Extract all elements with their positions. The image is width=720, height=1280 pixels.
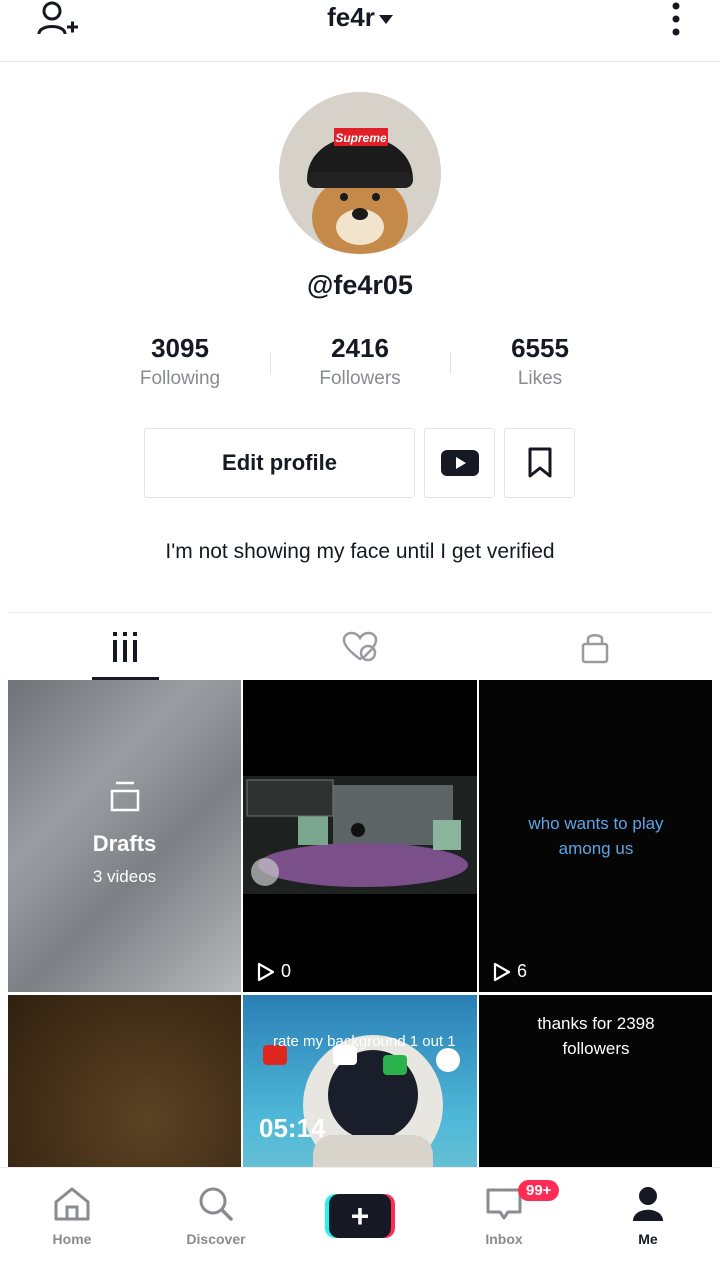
nav-create[interactable]: +	[288, 1168, 432, 1280]
video-tile[interactable]: who wants to play among us 6	[479, 680, 712, 992]
stat-label: Followers	[319, 368, 401, 389]
tab-videos[interactable]	[8, 613, 243, 680]
video-tile[interactable]: thanks for 2398 followers	[479, 995, 712, 1167]
bottom-nav: Home Discover + 99+ Inbox Me	[0, 1167, 720, 1280]
drafts-title: Drafts	[92, 831, 157, 856]
home-icon	[54, 1187, 90, 1221]
video-caption-line: among us	[558, 839, 634, 858]
nav-label: Inbox	[485, 1231, 523, 1247]
view-count: 6	[493, 961, 527, 982]
video-grid: Drafts 3 videos 0 who wants to play amon…	[8, 680, 712, 1167]
video-clock-text: 05:14	[259, 1113, 326, 1143]
tab-liked[interactable]	[243, 613, 478, 680]
bookmark-icon	[528, 447, 551, 478]
stats-row: 3095 Following 2416 Followers 6555 Likes	[90, 332, 630, 402]
username-switcher[interactable]: fe4r	[0, 2, 720, 33]
create-button[interactable]: +	[325, 1194, 395, 1238]
video-caption: thanks for 2398 followers	[537, 1011, 654, 1061]
video-thumbnail	[243, 680, 477, 992]
nav-inbox[interactable]: 99+ Inbox	[432, 1168, 576, 1280]
play-icon	[493, 962, 511, 981]
youtube-button[interactable]	[424, 428, 495, 498]
view-count-value: 0	[281, 961, 292, 981]
view-count-value: 6	[517, 961, 528, 981]
play-icon	[257, 962, 275, 981]
video-caption: who wants to play among us	[528, 811, 663, 861]
drafts-icon	[110, 781, 139, 812]
video-caption-line: followers	[562, 1039, 630, 1058]
video-caption-line: who wants to play	[528, 814, 664, 833]
edit-profile-button[interactable]: Edit profile	[144, 428, 415, 498]
favorites-button[interactable]	[504, 428, 575, 498]
inbox-badge: 99+	[518, 1180, 560, 1201]
youtube-icon	[440, 450, 479, 476]
drafts-tile[interactable]: Drafts 3 videos	[8, 680, 241, 992]
avatar-logo-text: Supreme	[335, 131, 387, 145]
stat-likes[interactable]: 6555 Likes	[450, 332, 630, 402]
stat-following[interactable]: 3095 Following	[90, 332, 270, 402]
profile-icon	[633, 1187, 663, 1221]
stat-label: Likes	[517, 368, 563, 389]
avatar[interactable]: Supreme	[279, 92, 441, 254]
video-overlay-text: rate my background 1 out 1	[273, 1033, 456, 1050]
stat-value: 6555	[511, 333, 569, 363]
plus-icon: +	[329, 1194, 391, 1238]
video-tile[interactable]: 0	[243, 680, 477, 992]
drafts-count: 3 videos	[92, 867, 157, 886]
nav-label: Home	[52, 1231, 92, 1247]
stat-value: 3095	[151, 333, 209, 363]
nav-discover[interactable]: Discover	[144, 1168, 288, 1280]
stat-label: Following	[139, 368, 221, 389]
tab-private[interactable]	[477, 613, 712, 680]
video-tile[interactable]: rate my background 1 out 1 05:14	[243, 995, 477, 1167]
profile-bio: I'm not showing my face until I get veri…	[165, 540, 555, 563]
nav-label: Discover	[186, 1231, 246, 1247]
nav-label: Me	[638, 1231, 658, 1247]
nav-home[interactable]: Home	[0, 1168, 144, 1280]
lock-icon	[581, 633, 608, 663]
profile-handle: @fe4r05	[307, 270, 413, 300]
profile-tabs	[8, 612, 712, 680]
chevron-down-icon	[378, 14, 393, 24]
more-vertical-icon[interactable]	[666, 2, 686, 36]
stat-value: 2416	[331, 333, 389, 363]
stat-followers[interactable]: 2416 Followers	[270, 332, 450, 402]
view-count: 0	[257, 961, 291, 982]
videos-grid-icon	[113, 631, 138, 662]
nav-me[interactable]: Me	[576, 1168, 720, 1280]
liked-hidden-icon	[342, 631, 378, 661]
video-caption-line: thanks for 2398	[537, 1014, 655, 1033]
username-label: fe4r	[327, 2, 375, 32]
top-bar: fe4r	[0, 0, 720, 62]
search-icon	[199, 1187, 233, 1221]
video-tile[interactable]	[8, 995, 241, 1167]
